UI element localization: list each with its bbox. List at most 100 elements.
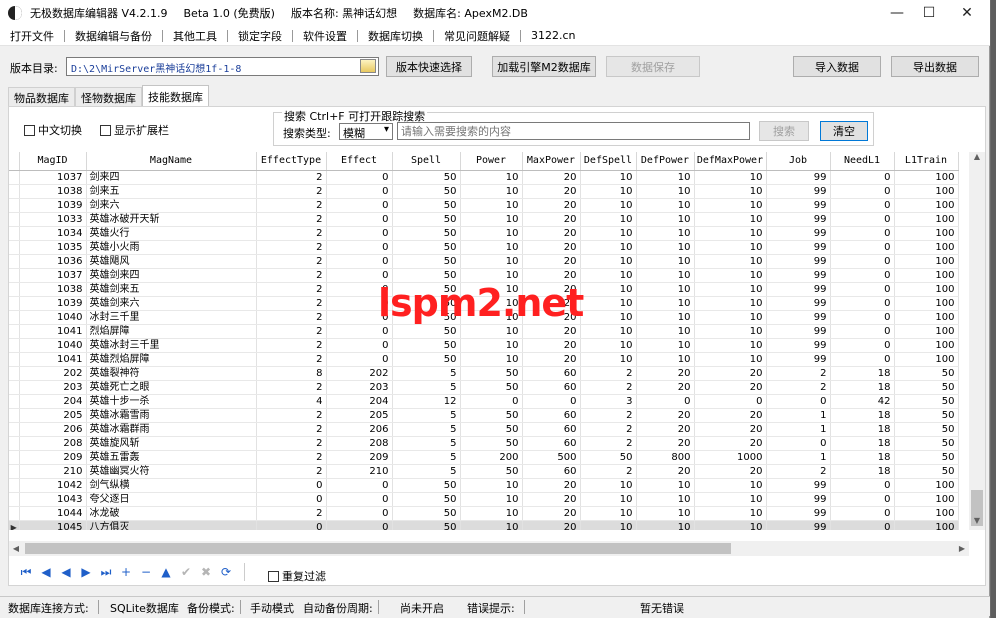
table-cell[interactable]: 英雄死亡之眼 [86,380,257,395]
table-cell[interactable]: 5 [392,366,461,381]
table-cell[interactable]: 10 [694,506,767,521]
table-cell[interactable]: 204 [19,394,87,409]
table-cell[interactable]: 20 [522,184,581,199]
add-icon[interactable]: + [116,563,136,581]
table-cell[interactable]: 2 [766,366,831,381]
table-cell[interactable]: 99 [766,254,831,269]
table-cell[interactable]: 英雄火行 [86,226,257,241]
table-row[interactable]: 1037 英雄剑来四 2 0 50 10 20 10 10 10 99 0 100 [9,268,959,283]
table-cell[interactable]: 剑气纵横 [86,478,257,493]
column-header-effect[interactable]: Effect [326,152,393,171]
table-cell[interactable]: 100 [894,478,959,493]
table-cell[interactable]: 99 [766,212,831,227]
table-row[interactable]: 1039 剑来六 2 0 50 10 20 10 10 10 99 0 100 [9,198,959,213]
table-cell[interactable]: 99 [766,184,831,199]
table-cell[interactable]: 99 [766,338,831,353]
table-cell[interactable]: 20 [636,380,695,395]
table-cell[interactable]: 英雄冰霜群雨 [86,422,257,437]
table-cell[interactable]: 2 [256,310,327,325]
column-header-effecttype[interactable]: EffectType [256,152,327,171]
row-indicator[interactable] [9,492,20,507]
table-cell[interactable]: 10 [580,254,637,269]
table-cell[interactable]: 0 [326,506,393,521]
table-cell[interactable]: 冰龙破 [86,506,257,521]
save-data-button[interactable]: 数据保存 [606,56,700,77]
table-cell[interactable]: 20 [636,366,695,381]
table-cell[interactable]: 100 [894,296,959,311]
table-cell[interactable]: 203 [326,380,393,395]
table-cell[interactable]: 0 [694,394,767,409]
table-cell[interactable]: 99 [766,240,831,255]
folder-icon[interactable] [360,59,376,73]
table-cell[interactable]: 20 [694,366,767,381]
table-row[interactable]: 1038 英雄剑来五 2 0 50 10 20 10 10 10 99 0 100 [9,282,959,297]
table-cell[interactable]: 0 [326,268,393,283]
table-cell[interactable]: 2 [256,450,327,465]
check-icon[interactable]: ✔ [176,563,196,581]
table-cell[interactable]: 2 [256,506,327,521]
table-cell[interactable]: 10 [636,226,695,241]
table-row[interactable]: 1038 剑来五 2 0 50 10 20 10 10 10 99 0 100 [9,184,959,199]
table-cell[interactable]: 2 [256,212,327,227]
table-cell[interactable]: 50 [894,450,959,465]
table-cell[interactable]: 2 [256,268,327,283]
table-cell[interactable]: 20 [522,282,581,297]
table-cell[interactable]: 2 [580,408,637,423]
table-cell[interactable]: 2 [580,464,637,479]
vertical-scrollbar[interactable]: ▲ ▼ [969,152,985,530]
table-cell[interactable]: 2 [256,338,327,353]
row-indicator[interactable] [9,352,20,367]
table-cell[interactable]: 10 [694,296,767,311]
table-cell[interactable]: 206 [326,422,393,437]
table-cell[interactable]: 100 [894,338,959,353]
table-cell[interactable]: 0 [326,324,393,339]
table-cell[interactable]: 60 [522,464,581,479]
table-cell[interactable]: 2 [580,436,637,451]
table-cell[interactable]: 20 [522,170,581,185]
row-indicator[interactable] [9,408,20,423]
table-cell[interactable]: 0 [256,520,327,530]
table-cell[interactable]: 10 [636,254,695,269]
table-cell[interactable]: 0 [326,240,393,255]
table-cell[interactable]: 0 [830,492,895,507]
table-cell[interactable]: 18 [830,436,895,451]
table-cell[interactable]: 10 [460,198,523,213]
table-cell[interactable]: 2 [256,464,327,479]
row-indicator[interactable] [9,436,20,451]
table-cell[interactable]: 210 [19,464,87,479]
table-cell[interactable]: 10 [460,170,523,185]
column-header-magname[interactable]: MagName [86,152,257,171]
table-row[interactable]: 1035 英雄小火雨 2 0 50 10 20 10 10 10 99 0 100 [9,240,959,255]
table-cell[interactable]: 10 [694,170,767,185]
table-cell[interactable]: 0 [326,310,393,325]
table-cell[interactable]: 0 [830,338,895,353]
dir-path-field[interactable]: D:\2\MirServer黑神话幻想1f-1-8 [66,57,379,76]
table-cell[interactable]: 10 [694,352,767,367]
table-cell[interactable]: 0 [766,436,831,451]
row-indicator[interactable]: ▶ [9,520,20,530]
table-cell[interactable]: 剑来五 [86,184,257,199]
table-cell[interactable]: 英雄冰霜雪雨 [86,408,257,423]
table-cell[interactable]: 10 [636,352,695,367]
table-cell[interactable]: 60 [522,408,581,423]
table-cell[interactable]: 50 [392,254,461,269]
row-indicator[interactable] [9,282,20,297]
table-cell[interactable]: 202 [326,366,393,381]
table-cell[interactable]: 50 [392,338,461,353]
tab-monsters[interactable]: 怪物数据库 [75,87,142,107]
show-ext-checkbox[interactable]: 显示扩展栏 [100,122,169,138]
column-header-defpower[interactable]: DefPower [636,152,695,171]
table-cell[interactable]: 50 [460,436,523,451]
table-cell[interactable]: 1035 [19,240,87,255]
quick-select-button[interactable]: 版本快速选择 [386,56,472,77]
table-cell[interactable]: 英雄幽冥火符 [86,464,257,479]
menu-item[interactable]: 数据编辑与备份 [65,28,162,44]
table-cell[interactable]: 204 [326,394,393,409]
table-cell[interactable]: 10 [580,520,637,530]
search-input[interactable] [397,122,750,140]
table-cell[interactable]: 100 [894,254,959,269]
table-cell[interactable]: 10 [460,338,523,353]
table-cell[interactable]: 2 [256,226,327,241]
table-cell[interactable]: 0 [256,492,327,507]
table-cell[interactable]: 10 [580,296,637,311]
